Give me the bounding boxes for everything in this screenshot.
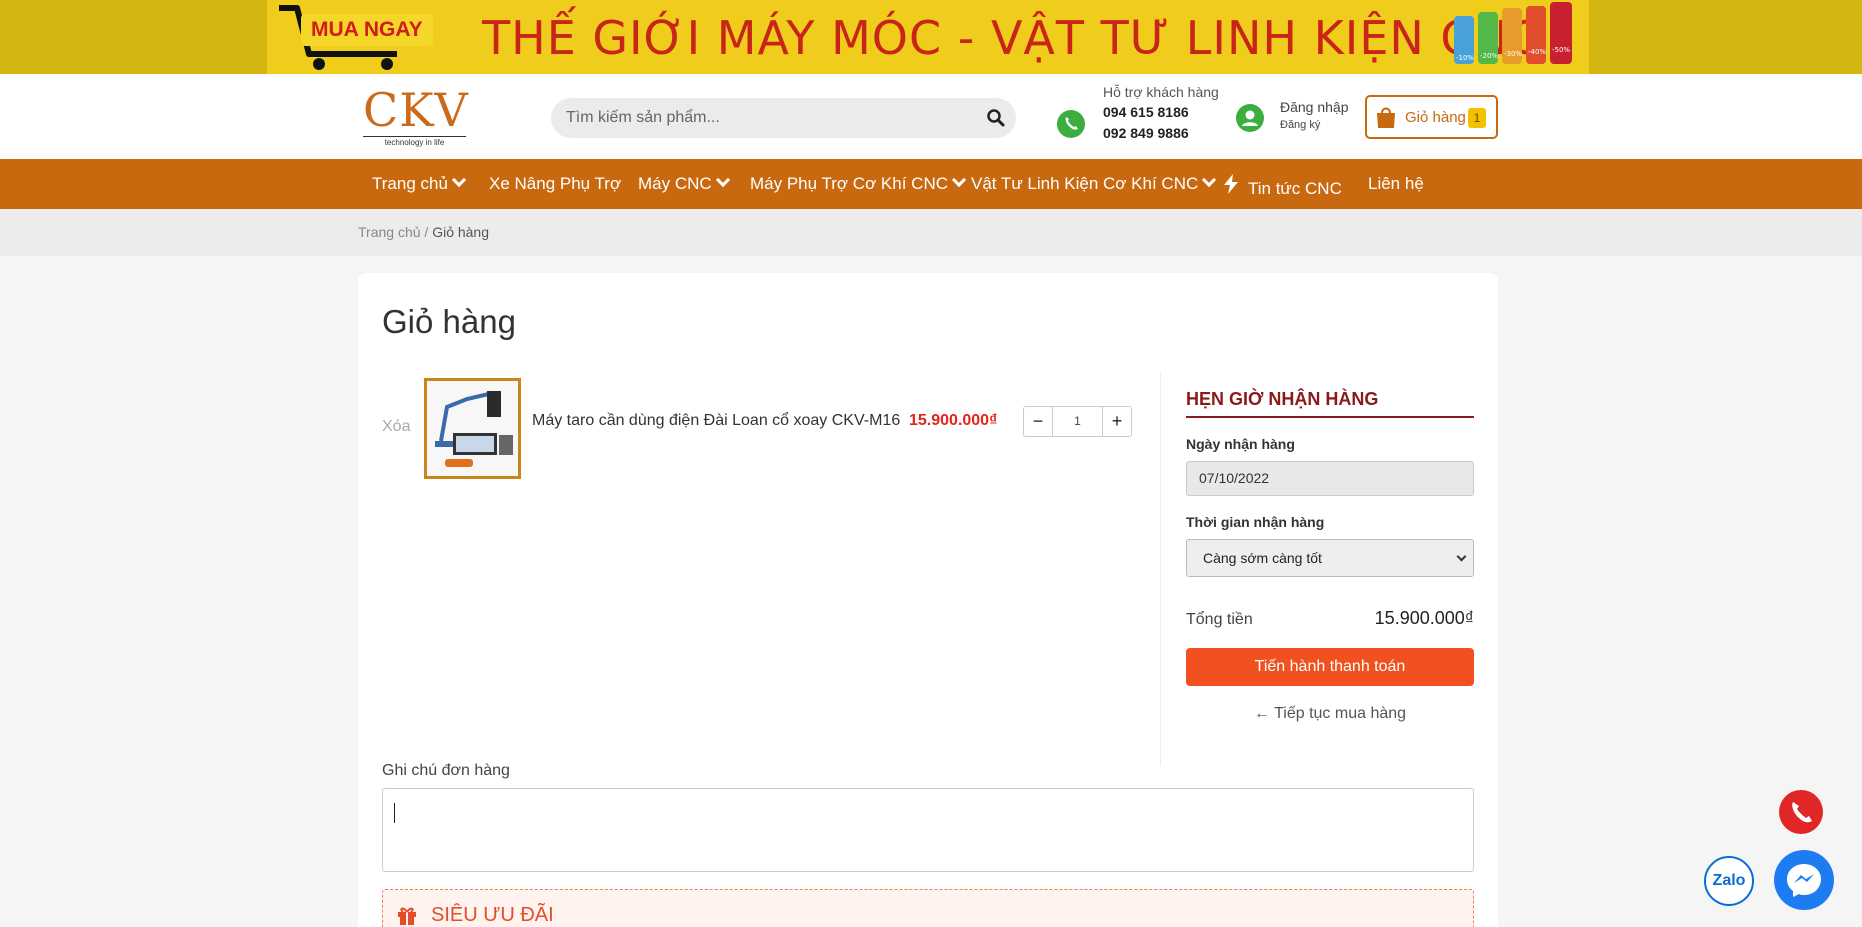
nav-item-news[interactable]: Tin tức CNC (1222, 174, 1342, 199)
main-nav: Trang chủ Xe Nâng Phụ Trợ Máy CNC Máy Ph… (0, 159, 1862, 209)
user-icon (1236, 104, 1264, 132)
total-value: 15.900.000₫ (1374, 608, 1474, 628)
product-name-link[interactable]: Máy taro cần dùng điện Đài Loan cổ xoay … (532, 412, 900, 430)
phone-icon (1057, 110, 1085, 138)
product-price: 15.900.000₫ (909, 412, 998, 429)
increase-quantity-button[interactable]: + (1102, 406, 1132, 437)
top-banner-bar: MUA NGAY THẾ GIỚI MÁY MÓC - VẬT TƯ LINH … (0, 0, 1862, 74)
cart-button[interactable]: Giỏ hàng 1 (1365, 95, 1498, 139)
product-thumbnail[interactable] (424, 378, 521, 479)
breadcrumb-home[interactable]: Trang chủ (358, 224, 421, 240)
order-total: Tổng tiền 15.900.000₫ (1186, 608, 1474, 632)
floating-call-button[interactable] (1779, 790, 1823, 834)
banner-headline: THẾ GIỚI MÁY MÓC - VẬT TƯ LINH KIỆN CNC (482, 11, 1543, 65)
svg-text:-50%: -50% (1552, 46, 1570, 54)
text-caret (394, 803, 395, 823)
support-label: Hỗ trợ khách hàng (1103, 84, 1219, 100)
chevron-down-icon (1456, 551, 1467, 562)
cart-card: Giỏ hàng Xóa Máy taro cần dùng điện Đài … (358, 273, 1498, 927)
phone-icon (1792, 802, 1812, 823)
site-logo[interactable]: CKV technology in life (363, 83, 469, 150)
search-bar (551, 98, 1016, 138)
zalo-chat-button[interactable]: Zalo (1704, 856, 1754, 906)
super-offer-box[interactable]: SIÊU ƯU ĐÃI (382, 889, 1474, 927)
shopping-bag-icon (1377, 107, 1395, 128)
breadcrumb: Trang chủ / Giỏ hàng (358, 224, 489, 240)
delivery-time-label: Thời gian nhận hàng (1186, 514, 1325, 530)
logo-tagline: technology in life (363, 136, 466, 147)
breadcrumb-separator: / (424, 224, 429, 240)
delivery-panel: HẸN GIỜ NHẬN HÀNG Ngày nhận hàng 07/10/2… (1186, 389, 1474, 577)
delivery-time-value: Càng sớm càng tốt (1203, 550, 1322, 566)
nav-item-forklift[interactable]: Xe Nâng Phụ Trợ (489, 174, 621, 194)
quantity-stepper: − 1 + (1023, 406, 1132, 437)
delivery-date-input[interactable]: 07/10/2022 (1186, 461, 1474, 496)
checkout-button[interactable]: Tiến hành thanh toán (1186, 648, 1474, 686)
svg-text:-20%: -20% (1480, 52, 1498, 60)
order-note-textarea[interactable] (382, 788, 1474, 872)
chevron-down-icon (1202, 172, 1217, 188)
search-input[interactable] (551, 98, 951, 138)
column-divider (1160, 371, 1161, 766)
delivery-time-select[interactable]: Càng sớm càng tốt (1186, 539, 1474, 577)
remove-item-link[interactable]: Xóa (382, 418, 410, 436)
site-header: CKV technology in life Hỗ trợ khách hàng… (0, 74, 1862, 159)
chevron-down-icon (715, 172, 730, 188)
chevron-down-icon (451, 172, 466, 188)
promo-banner[interactable]: MUA NGAY THẾ GIỚI MÁY MÓC - VẬT TƯ LINH … (267, 0, 1589, 74)
nav-item-cnc-machines[interactable]: Máy CNC (638, 172, 730, 194)
nav-item-auxiliary-machines[interactable]: Máy Phụ Trợ Cơ Khí CNC (750, 172, 967, 194)
cart-count-badge: 1 (1468, 108, 1486, 128)
buy-now-label: MUA NGAY (301, 14, 433, 46)
tapping-machine-image (427, 381, 518, 476)
breadcrumb-bar: Trang chủ / Giỏ hàng (0, 209, 1862, 256)
logo-text: CKV (363, 83, 469, 137)
continue-shopping-link[interactable]: ← Tiếp tục mua hàng (1186, 705, 1474, 723)
decrease-quantity-button[interactable]: − (1023, 406, 1053, 437)
delivery-date-label: Ngày nhận hàng (1186, 436, 1295, 452)
offer-label: SIÊU ƯU ĐÃI (431, 904, 554, 926)
discount-tags-icon: -10% -20% -30% -40% -50% (1454, 2, 1572, 64)
page-title: Giỏ hàng (382, 303, 516, 340)
svg-text:-30%: -30% (1504, 50, 1522, 58)
nav-item-contact[interactable]: Liên hệ (1368, 174, 1424, 194)
nav-item-supplies[interactable]: Vật Tư Linh Kiện Cơ Khí CNC (971, 172, 1217, 194)
chevron-down-icon (951, 172, 967, 188)
total-label: Tổng tiền (1186, 611, 1253, 628)
nav-item-home[interactable]: Trang chủ (372, 172, 466, 194)
cart-label: Giỏ hàng (1405, 109, 1466, 126)
svg-text:-10%: -10% (1456, 54, 1474, 62)
svg-text:-40%: -40% (1528, 48, 1546, 56)
messenger-chat-button[interactable] (1774, 850, 1834, 910)
breadcrumb-current: Giỏ hàng (432, 224, 490, 240)
lightning-icon (1224, 174, 1238, 194)
messenger-icon (1787, 864, 1821, 897)
order-note-label: Ghi chú đơn hàng (382, 762, 510, 779)
search-icon[interactable] (986, 108, 1006, 128)
gift-icon (398, 907, 416, 925)
delivery-heading: HẸN GIỜ NHẬN HÀNG (1186, 389, 1474, 418)
quantity-input[interactable]: 1 (1053, 406, 1102, 437)
